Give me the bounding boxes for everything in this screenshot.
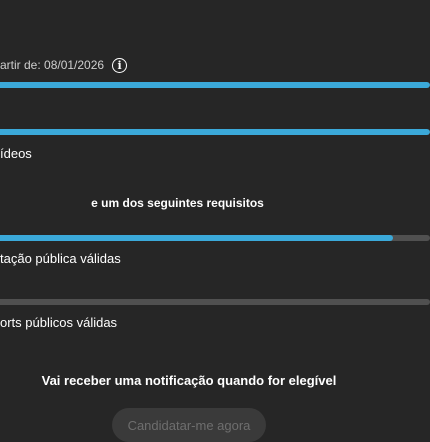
requirement-progress-bar [0,299,430,305]
eligibility-date: artir de: 08/01/2026 i [0,56,128,74]
requirement-progress-bar [0,129,430,135]
info-icon[interactable]: i [112,57,128,73]
requirement-progress-fill [0,82,430,88]
secondary-requirements-heading: e um dos seguintes requisitos [91,196,264,210]
requirement-progress-fill [0,235,394,241]
requirement-label: orts públicos válidas [0,315,118,330]
requirement-label: ídeos [0,146,32,161]
requirement-progress-bar [0,82,430,88]
requirement-progress-fill [0,129,430,135]
apply-now-button[interactable]: Candidatar-me agora [112,408,266,442]
eligibility-date-text: artir de: 08/01/2026 [0,58,105,72]
notification-message: Vai receber uma notificação quando for e… [41,373,337,388]
requirement-progress-bar [0,235,430,241]
requirement-label: tação pública válidas [0,251,121,266]
